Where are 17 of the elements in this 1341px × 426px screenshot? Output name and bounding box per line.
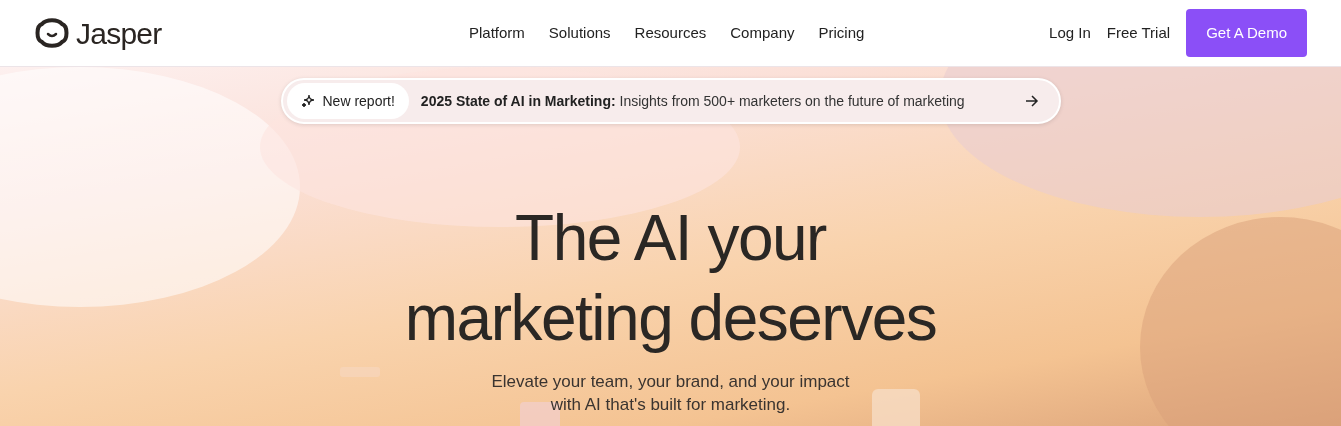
hero-heading: The AI your marketing deserves: [404, 201, 937, 356]
nav-link[interactable]: Resources: [634, 21, 707, 45]
get-demo-button[interactable]: Get A Demo: [1186, 9, 1307, 57]
new-report-badge: New report!: [286, 83, 409, 119]
hero-subtitle: Elevate your team, your brand, and your impact with AI that's built for marketing.: [491, 371, 850, 416]
nav-link[interactable]: Solutions: [548, 21, 611, 45]
nav-link[interactable]: Pricing: [818, 21, 865, 45]
sparkle-icon: [300, 94, 315, 108]
announcement-banner[interactable]: New report! 2025 State of AI in Marketing: Insights from 500+ marketers on the future of marketing: [280, 78, 1061, 124]
smiling-face-icon: [34, 18, 70, 48]
nav-link[interactable]: Platform: [469, 21, 525, 45]
arrow-right-icon: [1024, 95, 1039, 107]
jasper-logo[interactable]: Jasper: [34, 10, 434, 56]
nav-link[interactable]: Company: [730, 21, 795, 45]
announcement-text: 2025 State of AI in Marketing: Insights from 500+ marketers on the future of marketing: [420, 91, 965, 111]
nav-link[interactable]: Log In: [1049, 21, 1091, 45]
nav-link[interactable]: Free Trial: [1106, 21, 1171, 45]
